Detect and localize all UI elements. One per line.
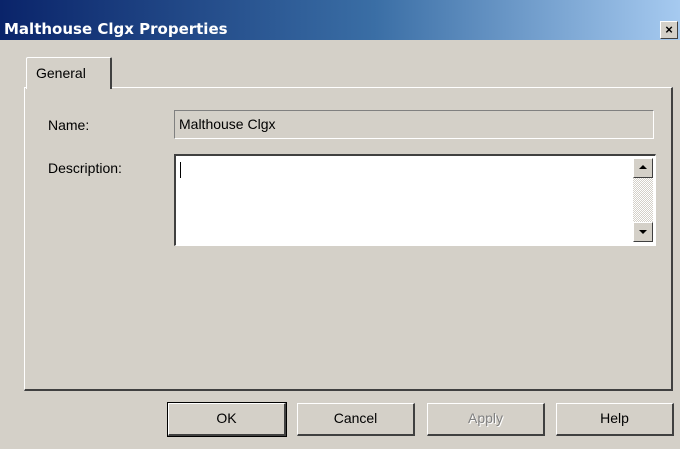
help-button[interactable]: Help [556, 403, 674, 436]
close-button[interactable]: × [660, 21, 678, 39]
apply-button[interactable]: Apply [427, 403, 545, 436]
description-label: Description: [48, 160, 122, 176]
scroll-down-button[interactable] [633, 222, 653, 242]
window-title: Malthouse Clgx Properties [4, 20, 228, 38]
ok-button[interactable]: OK [167, 402, 287, 437]
arrow-down-icon [639, 230, 647, 234]
name-field[interactable]: Malthouse Clgx [174, 110, 654, 139]
scroll-up-button[interactable] [633, 158, 653, 178]
name-label: Name: [48, 117, 90, 133]
cancel-button[interactable]: Cancel [297, 403, 415, 436]
description-textarea[interactable] [174, 154, 656, 246]
text-caret [180, 162, 181, 178]
close-icon: × [665, 22, 673, 37]
title-bar[interactable]: Malthouse Clgx Properties × [0, 0, 680, 40]
tab-general-label: General [36, 65, 86, 81]
description-scrollbar[interactable] [633, 158, 653, 242]
tab-general[interactable]: General [26, 57, 112, 89]
arrow-up-icon [639, 165, 647, 169]
